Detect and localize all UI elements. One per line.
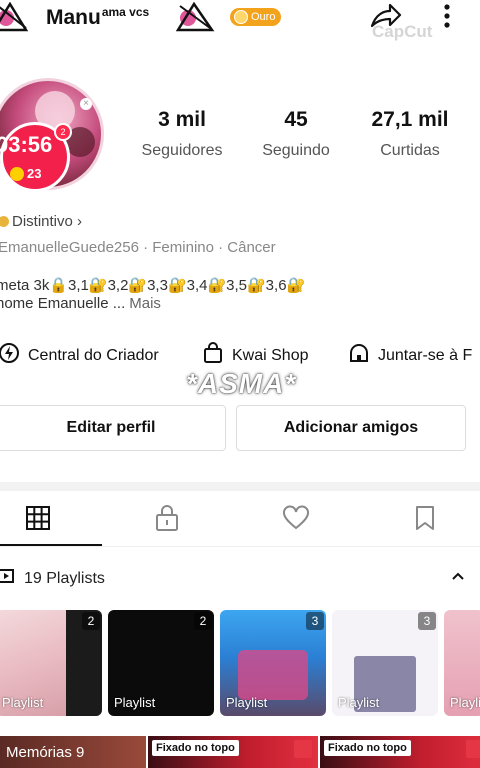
chevron-up-icon[interactable]: [450, 568, 466, 589]
badge-icon: [0, 216, 9, 227]
kwai-shop-shortcut[interactable]: Kwai Shop: [202, 342, 309, 369]
playlist-icon: [0, 568, 14, 589]
join-family-shortcut[interactable]: Juntar-se à F: [348, 342, 472, 369]
capcut-watermark: CapCut: [372, 22, 433, 41]
edit-profile-button[interactable]: Editar perfil: [0, 405, 226, 451]
house-icon: [348, 342, 370, 369]
playlist-card[interactable]: 3 Playlist: [332, 610, 438, 716]
bio-more-link[interactable]: Mais: [129, 295, 161, 312]
heart-icon: [282, 505, 310, 536]
pinned-label: Fixado no topo: [324, 740, 411, 756]
section-divider: [0, 482, 480, 491]
pinned-video[interactable]: Fixado no topo: [320, 736, 480, 768]
following-count: 45: [284, 108, 308, 131]
following-label: Seguindo: [262, 142, 330, 159]
memories-section[interactable]: Memórias 9: [0, 736, 146, 768]
add-friends-button[interactable]: Adicionar amigos: [236, 405, 466, 451]
playlist-card[interactable]: 2 Playlist: [0, 610, 102, 716]
playlist-card[interactable]: Playli: [444, 610, 480, 716]
gold-level-badge[interactable]: Ouro: [230, 8, 282, 26]
followers-label: Seguidores: [141, 142, 223, 159]
image-icon: [466, 740, 480, 758]
likes-stat[interactable]: 27,1 mil Curtidas: [360, 108, 460, 160]
following-stat[interactable]: 45 Seguindo: [250, 108, 342, 160]
shopping-bag-icon: [202, 342, 224, 369]
playlists-header[interactable]: 19 Playlists: [0, 568, 105, 589]
bookmark-icon: [413, 505, 437, 536]
coin-reward: 23: [10, 166, 41, 181]
followers-count: 3 mil: [158, 108, 206, 131]
lightning-icon: [0, 342, 20, 369]
video-overlay-text: *ASMA*: [186, 368, 297, 399]
coin-icon: [234, 10, 248, 24]
followers-stat[interactable]: 3 mil Seguidores: [132, 108, 232, 160]
profile-header: Manuama vcs Ouro CapCut: [0, 0, 480, 41]
close-icon[interactable]: ×: [80, 98, 92, 110]
playlist-card[interactable]: 3 Playlist: [220, 610, 326, 716]
tab-saved[interactable]: [411, 504, 439, 536]
more-options-icon[interactable]: [440, 2, 454, 32]
image-icon: [294, 740, 312, 758]
bio-line-1: meta 3k🔒3,1🔐3,2🔐3,3🔐3,4🔐3,5🔐3,6🔐: [0, 277, 306, 294]
creator-center-shortcut[interactable]: Central do Criador: [0, 342, 159, 369]
likes-label: Curtidas: [380, 142, 440, 159]
lock-icon: [154, 504, 180, 537]
pink-flower-triangle-icon: [0, 1, 32, 32]
bio-line-2: nome Emanuelle ... Mais: [0, 295, 161, 312]
pink-flower-triangle-icon: [175, 1, 215, 32]
profile-username: Manuama vcs: [46, 5, 150, 29]
tab-liked[interactable]: [282, 504, 310, 536]
tab-grid[interactable]: [24, 504, 52, 536]
badges-link[interactable]: Distintivo ›: [0, 213, 82, 230]
tab-private[interactable]: [153, 504, 181, 536]
profile-info-line: EmanuelleGuede256 · Feminino · Câncer: [0, 239, 276, 256]
coin-icon: [10, 166, 24, 181]
likes-count: 27,1 mil: [371, 108, 449, 131]
notification-badge: 2: [54, 123, 72, 141]
pinned-video[interactable]: Fixado no topo: [148, 736, 318, 768]
timer-text: 03:56: [0, 132, 53, 157]
pinned-label: Fixado no topo: [152, 740, 239, 756]
playlist-card[interactable]: 2 Playlist: [108, 610, 214, 716]
grid-icon: [25, 505, 51, 536]
